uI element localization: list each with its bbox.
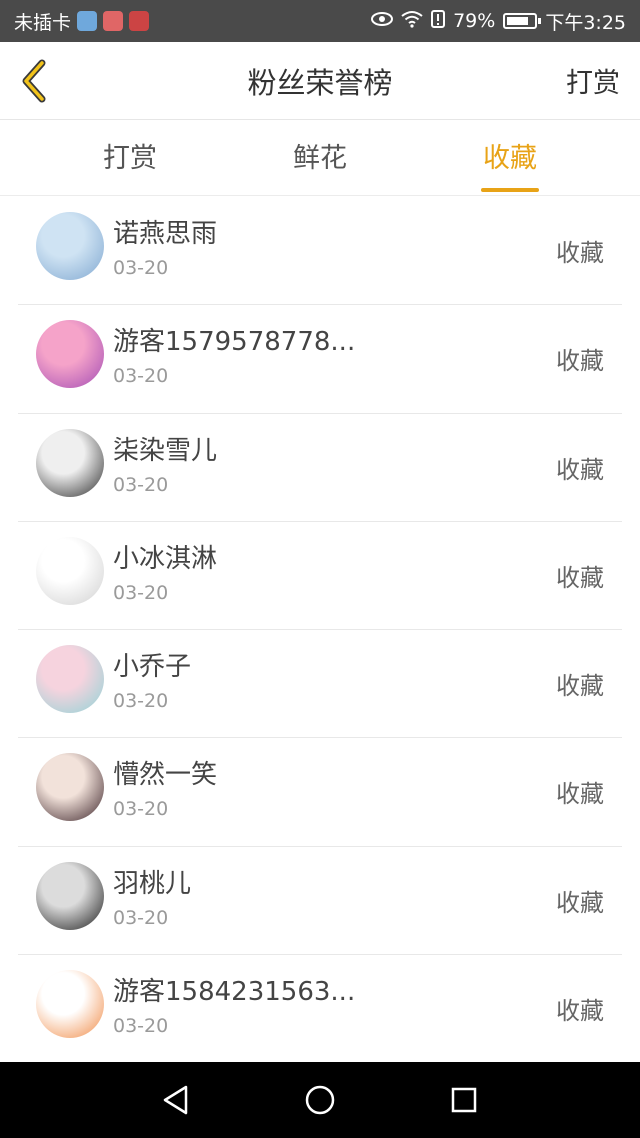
user-date: 03-20 bbox=[113, 581, 169, 604]
battery-percent: 79% bbox=[453, 10, 496, 32]
tab-label: 收藏 bbox=[483, 143, 537, 174]
user-date: 03-20 bbox=[113, 906, 169, 929]
user-name: 游客1584231563... bbox=[113, 977, 356, 1008]
avatar bbox=[36, 428, 104, 497]
tab-flowers[interactable]: 鲜花 bbox=[250, 121, 390, 196]
home-icon bbox=[305, 1085, 335, 1115]
user-name: 小冰淇淋 bbox=[113, 543, 218, 574]
action-label: 收藏 bbox=[556, 672, 604, 701]
navigation-bar: 粉丝荣誉榜 打赏 bbox=[0, 42, 640, 120]
list-item[interactable]: 诺燕思雨 03-20 收藏 bbox=[18, 197, 622, 306]
list-item[interactable]: 小冰淇淋 03-20 收藏 bbox=[18, 522, 622, 631]
system-back-button[interactable] bbox=[154, 1078, 198, 1122]
tab-label: 鲜花 bbox=[293, 143, 347, 174]
avatar bbox=[36, 645, 104, 714]
user-date: 03-20 bbox=[113, 1015, 169, 1038]
eye-comfort-icon bbox=[371, 11, 394, 32]
list-item[interactable]: 羽桃儿 03-20 收藏 bbox=[18, 847, 622, 956]
action-label: 收藏 bbox=[556, 239, 604, 267]
user-date: 03-20 bbox=[113, 365, 169, 388]
user-name: 诺燕思雨 bbox=[113, 219, 218, 249]
list-item[interactable]: 懵然一笑 03-20 收藏 bbox=[18, 738, 622, 847]
reward-button[interactable]: 打赏 bbox=[566, 61, 640, 100]
list-item[interactable]: 小乔子 03-20 收藏 bbox=[18, 630, 622, 739]
tab-favorites[interactable]: 收藏 bbox=[440, 121, 580, 196]
action-label: 收藏 bbox=[556, 347, 604, 376]
carrier-text: 未插卡 bbox=[14, 11, 72, 34]
avatar bbox=[36, 536, 104, 605]
user-name: 柒染雪儿 bbox=[113, 435, 218, 466]
active-tab-indicator bbox=[481, 188, 539, 192]
tab-reward[interactable]: 打赏 bbox=[60, 121, 200, 196]
avatar bbox=[36, 753, 104, 822]
user-name: 游客1579578778... bbox=[113, 327, 356, 358]
action-label: 收藏 bbox=[556, 997, 604, 1026]
avatar bbox=[36, 212, 104, 280]
status-right: 79% 下午3:25 bbox=[371, 8, 626, 35]
list-item[interactable]: 游客1584231563... 03-20 收藏 bbox=[18, 955, 622, 1064]
action-label: 收藏 bbox=[556, 780, 604, 809]
user-date: 03-20 bbox=[113, 690, 169, 713]
user-date: 03-20 bbox=[113, 473, 169, 496]
avatar bbox=[36, 320, 104, 389]
back-icon bbox=[163, 1085, 188, 1115]
chevron-left-icon bbox=[22, 59, 46, 102]
system-navigation-bar bbox=[0, 1062, 640, 1138]
avatar bbox=[36, 861, 104, 930]
tab-bar: 打赏 鲜花 收藏 bbox=[0, 121, 640, 196]
list-item[interactable]: 柒染雪儿 03-20 收藏 bbox=[18, 414, 622, 522]
browser-app-icon bbox=[77, 11, 98, 31]
status-left: 未插卡 bbox=[14, 8, 150, 35]
action-label: 收藏 bbox=[556, 563, 604, 592]
alert-icon bbox=[431, 9, 446, 33]
system-recent-apps-button[interactable] bbox=[442, 1078, 486, 1122]
reader-app-icon bbox=[129, 11, 150, 31]
tab-label: 打赏 bbox=[103, 143, 157, 174]
user-name: 小乔子 bbox=[113, 652, 192, 683]
battery-fill bbox=[507, 17, 529, 25]
recent-apps-icon bbox=[451, 1087, 477, 1113]
list-item[interactable]: 游客1579578778... 03-20 收藏 bbox=[18, 305, 622, 414]
user-date: 03-20 bbox=[113, 798, 169, 821]
action-label: 收藏 bbox=[556, 888, 604, 917]
clock-text: 下午3:25 bbox=[545, 11, 626, 34]
action-label: 收藏 bbox=[556, 455, 604, 484]
wifi-icon bbox=[401, 10, 423, 33]
back-button[interactable] bbox=[0, 42, 70, 120]
avatar bbox=[36, 970, 104, 1039]
fan-list: 诺燕思雨 03-20 收藏 游客1579578778... 03-20 收藏 柒… bbox=[0, 197, 640, 1064]
user-name: 羽桃儿 bbox=[113, 868, 192, 899]
store-app-icon bbox=[103, 11, 124, 31]
user-name: 懵然一笑 bbox=[113, 760, 218, 791]
system-home-button[interactable] bbox=[298, 1078, 342, 1122]
status-bar: 未插卡 79% 下午3:25 bbox=[0, 0, 640, 42]
user-date: 03-20 bbox=[113, 257, 169, 279]
battery-icon bbox=[503, 13, 542, 29]
page-title: 粉丝荣誉榜 bbox=[247, 65, 393, 100]
